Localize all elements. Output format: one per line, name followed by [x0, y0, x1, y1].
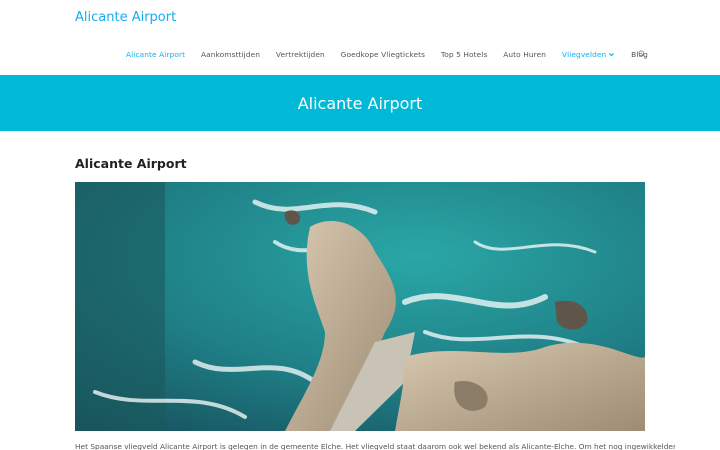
nav-label: Goedkope Vliegtickets — [340, 50, 426, 59]
nav-label: Vertrektijden — [275, 50, 325, 59]
site-header: Alicante Airport Alicante Airport Aankom… — [0, 0, 720, 75]
main-nav: Alicante Airport Aankomsttijden Vertrekt… — [126, 50, 648, 59]
search-icon[interactable] — [638, 50, 646, 58]
nav-label: Top 5 Hotels — [440, 50, 488, 59]
nav-item-alicante-airport[interactable]: Alicante Airport — [126, 50, 185, 59]
nav-item-goedkope-vliegtickets[interactable]: Goedkope Vliegtickets — [341, 50, 425, 59]
nav-item-auto-huren[interactable]: Auto Huren — [503, 50, 546, 59]
nav-item-vliegvelden[interactable]: Vliegvelden — [562, 50, 615, 59]
post-intro-text: Het Spaanse vliegveld Alicante Airport i… — [75, 442, 675, 450]
nav-label: Alicante Airport — [126, 50, 186, 59]
nav-label: Vliegvelden — [561, 50, 607, 59]
hero-image-coastline — [75, 182, 645, 431]
nav-item-vertrektijden[interactable]: Vertrektijden — [276, 50, 325, 59]
nav-label: Aankomsttijden — [200, 50, 261, 59]
chevron-down-icon — [609, 53, 615, 57]
nav-label: Auto Huren — [503, 50, 547, 59]
banner-title: Alicante Airport — [297, 93, 423, 113]
nav-item-top-5-hotels[interactable]: Top 5 Hotels — [441, 50, 488, 59]
site-title-link[interactable]: Alicante Airport — [75, 10, 176, 25]
page-banner: Alicante Airport — [0, 75, 720, 131]
nav-item-aankomsttijden[interactable]: Aankomsttijden — [201, 50, 260, 59]
post-title: Alicante Airport — [75, 156, 187, 171]
